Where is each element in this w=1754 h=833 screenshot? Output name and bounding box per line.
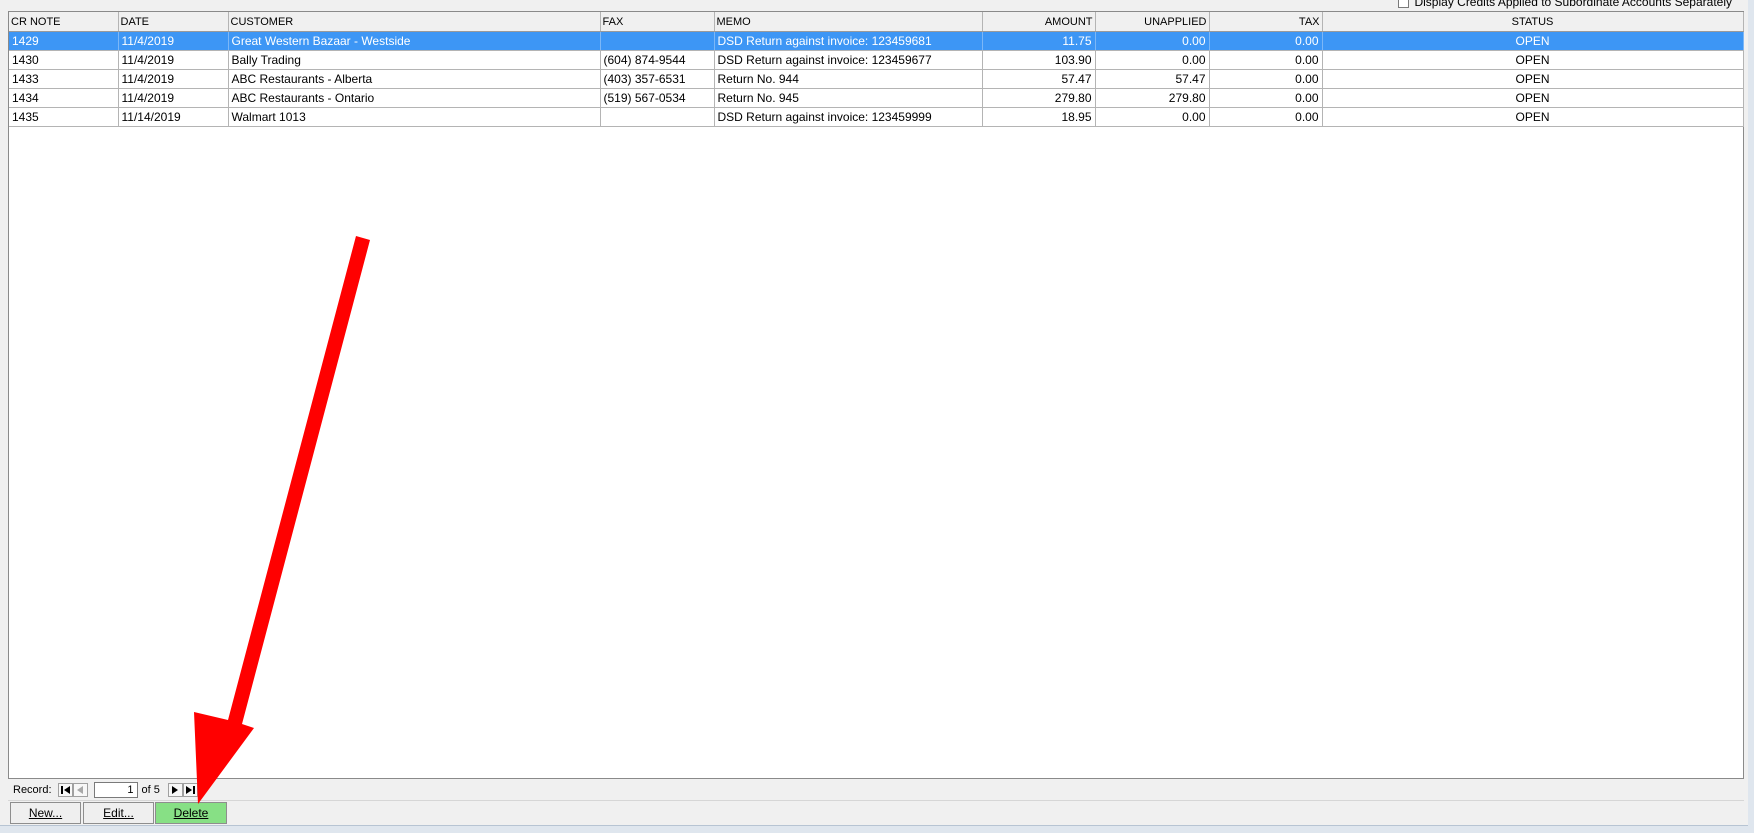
cell-date: 11/14/2019: [118, 107, 229, 127]
col-header-cr-note[interactable]: CR NOTE: [9, 12, 119, 32]
cell-date: 11/4/2019: [118, 69, 229, 89]
cell-cr-note: 1430: [9, 50, 119, 70]
action-button-bar: New... Edit... Delete: [8, 800, 1744, 825]
cell-unapplied: 0.00: [1095, 50, 1210, 70]
cell-memo: DSD Return against invoice: 123459999: [714, 107, 983, 127]
cell-customer: Great Western Bazaar - Westside: [228, 31, 601, 51]
cell-unapplied: 0.00: [1095, 107, 1210, 127]
cell-cr-note: 1434: [9, 88, 119, 108]
prev-record-icon: [77, 786, 84, 794]
cell-tax: 0.00: [1209, 107, 1323, 127]
col-header-tax[interactable]: TAX: [1209, 12, 1323, 32]
table-row[interactable]: 1433 11/4/2019 ABC Restaurants - Alberta…: [9, 69, 1744, 89]
first-record-button[interactable]: [57, 783, 73, 797]
header-row: CR NOTE DATE CUSTOMER FAX MEMO AMOUNT UN…: [9, 12, 1744, 32]
cell-status: OPEN: [1322, 50, 1744, 70]
record-number-input[interactable]: [93, 782, 138, 798]
cell-amount: 18.95: [982, 107, 1096, 127]
cell-cr-note: 1435: [9, 107, 119, 127]
edit-button[interactable]: Edit...: [83, 802, 154, 824]
table-row[interactable]: 1429 11/4/2019 Great Western Bazaar - We…: [9, 31, 1744, 51]
cell-memo: Return No. 945: [714, 88, 983, 108]
cell-customer: ABC Restaurants - Ontario: [228, 88, 601, 108]
cell-tax: 0.00: [1209, 31, 1323, 51]
record-navigator: Record: of 5: [8, 779, 1744, 801]
cell-tax: 0.00: [1209, 50, 1323, 70]
subaccounts-checkbox[interactable]: [1398, 0, 1410, 8]
window-frame-right: [1748, 0, 1754, 832]
cell-status: OPEN: [1322, 107, 1744, 127]
record-count: of 5: [141, 784, 160, 796]
credit-notes-grid: CR NOTE DATE CUSTOMER FAX MEMO AMOUNT UN…: [8, 11, 1744, 779]
cell-fax: (403) 357-6531: [600, 69, 715, 89]
new-button[interactable]: New...: [10, 802, 81, 824]
cell-fax: (604) 874-9544: [600, 50, 715, 70]
cell-fax: [600, 107, 715, 127]
cell-amount: 103.90: [982, 50, 1096, 70]
subaccounts-option[interactable]: Display Credits Applied to Subordinate A…: [1398, 0, 1732, 10]
cell-customer: Bally Trading: [228, 50, 601, 70]
table-row[interactable]: 1435 11/14/2019 Walmart 1013 DSD Return …: [9, 107, 1744, 127]
col-header-date[interactable]: DATE: [118, 12, 229, 32]
cell-memo: DSD Return against invoice: 123459677: [714, 50, 983, 70]
next-record-button[interactable]: [167, 783, 183, 797]
delete-button[interactable]: Delete: [155, 802, 227, 824]
next-record-icon: [172, 786, 179, 794]
prev-record-button[interactable]: [72, 783, 88, 797]
cell-status: OPEN: [1322, 31, 1744, 51]
cell-memo: Return No. 944: [714, 69, 983, 89]
last-record-button[interactable]: [182, 783, 198, 797]
cell-date: 11/4/2019: [118, 31, 229, 51]
cell-memo: DSD Return against invoice: 123459681: [714, 31, 983, 51]
cell-tax: 0.00: [1209, 69, 1323, 89]
cell-cr-note: 1433: [9, 69, 119, 89]
cell-tax: 0.00: [1209, 88, 1323, 108]
table-row[interactable]: 1430 11/4/2019 Bally Trading (604) 874-9…: [9, 50, 1744, 70]
table-row[interactable]: 1434 11/4/2019 ABC Restaurants - Ontario…: [9, 88, 1744, 108]
cell-customer: ABC Restaurants - Alberta: [228, 69, 601, 89]
cell-unapplied: 279.80: [1095, 88, 1210, 108]
credit-notes-table: CR NOTE DATE CUSTOMER FAX MEMO AMOUNT UN…: [9, 12, 1744, 127]
cell-amount: 11.75: [982, 31, 1096, 51]
cell-date: 11/4/2019: [118, 88, 229, 108]
subaccounts-label: Display Credits Applied to Subordinate A…: [1414, 0, 1732, 9]
cell-amount: 279.80: [982, 88, 1096, 108]
cell-fax: [600, 31, 715, 51]
cell-fax: (519) 567-0534: [600, 88, 715, 108]
col-header-unapplied[interactable]: UNAPPLIED: [1095, 12, 1210, 32]
cell-customer: Walmart 1013: [228, 107, 601, 127]
cell-cr-note: 1429: [9, 31, 119, 51]
col-header-customer[interactable]: CUSTOMER: [228, 12, 601, 32]
record-label: Record:: [13, 784, 52, 796]
cell-date: 11/4/2019: [118, 50, 229, 70]
cell-status: OPEN: [1322, 69, 1744, 89]
col-header-status[interactable]: STATUS: [1322, 12, 1744, 32]
cell-amount: 57.47: [982, 69, 1096, 89]
cell-unapplied: 57.47: [1095, 69, 1210, 89]
col-header-amount[interactable]: AMOUNT: [982, 12, 1096, 32]
col-header-memo[interactable]: MEMO: [714, 12, 983, 32]
col-header-fax[interactable]: FAX: [600, 12, 715, 32]
cell-status: OPEN: [1322, 88, 1744, 108]
last-record-icon: [185, 786, 195, 794]
cell-unapplied: 0.00: [1095, 31, 1210, 51]
first-record-icon: [60, 786, 70, 794]
